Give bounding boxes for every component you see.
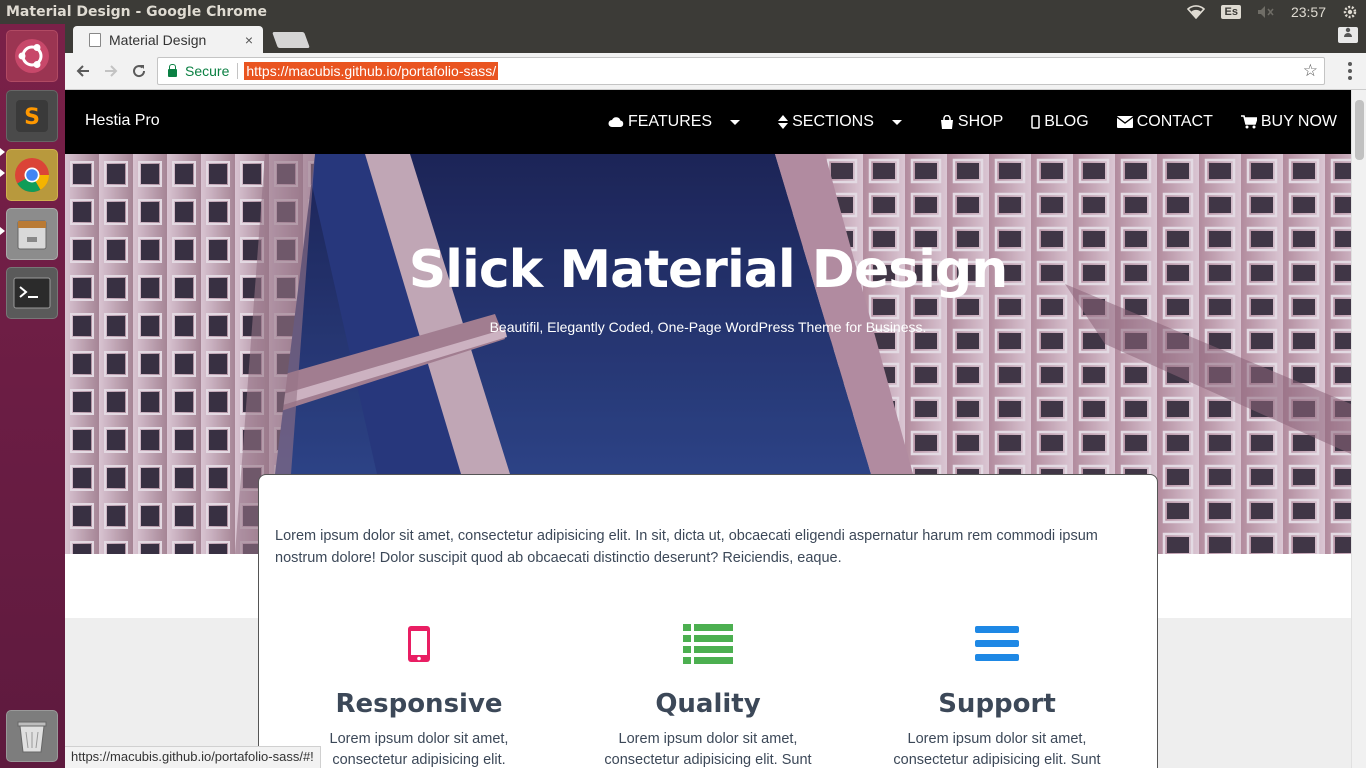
- menu-item-shop[interactable]: SHOP: [926, 90, 1017, 154]
- feature-title: Support: [938, 689, 1056, 719]
- menu-item-sections[interactable]: SECTIONS: [764, 90, 916, 154]
- trash-icon: [17, 721, 47, 753]
- tab-title: Material Design: [109, 31, 207, 48]
- page-icon: [89, 32, 101, 47]
- trash-launcher[interactable]: [6, 710, 58, 762]
- bars-icon: [852, 623, 1142, 665]
- content-card: Lorem ipsum dolor sit amet, consectetur …: [258, 474, 1158, 768]
- menu-item-contact[interactable]: CONTACT: [1103, 90, 1227, 154]
- mobile-icon: [1031, 115, 1040, 129]
- feature-quality: Quality Lorem ipsum dolor sit amet, cons…: [563, 623, 853, 768]
- link-status-bubble: https://macubis.github.io/portafolio-sas…: [65, 746, 321, 768]
- address-bar[interactable]: Secure https://macubis.github.io/portafo…: [157, 57, 1325, 85]
- files-launcher[interactable]: [6, 208, 58, 260]
- reload-icon: [133, 65, 146, 78]
- lock-icon: [168, 64, 177, 77]
- sublime-text-launcher[interactable]: S: [6, 90, 58, 142]
- feature-text: Lorem ipsum dolor sit amet, consectetur …: [329, 731, 509, 768]
- page-viewport: Hestia Pro FEATURES SECTIONS SHOP BLOG C…: [65, 90, 1351, 768]
- menu-label: CONTACT: [1136, 113, 1213, 130]
- running-indicator: [0, 148, 5, 156]
- unity-launcher: S: [0, 24, 65, 768]
- feature-text: Lorem ipsum dolor sit amet, consectetur …: [893, 731, 1101, 768]
- dot: [1348, 69, 1352, 73]
- system-tray: Es 23:57: [1179, 0, 1366, 24]
- arrow-left-icon: [76, 65, 89, 77]
- close-icon[interactable]: ×: [245, 32, 253, 48]
- feature-text: Lorem ipsum dolor sit amet, consectetur …: [604, 731, 812, 768]
- forward-button[interactable]: [97, 57, 125, 85]
- caret-down-icon[interactable]: [891, 119, 902, 125]
- site-menu: FEATURES SECTIONS SHOP BLOG CONTACT BUY …: [594, 90, 1351, 154]
- phone-icon: [274, 623, 564, 665]
- dot: [1348, 62, 1352, 66]
- shopping-bag-icon: [940, 115, 953, 129]
- divider: [237, 63, 239, 79]
- running-indicator: [0, 169, 5, 177]
- ubuntu-logo-icon: [15, 39, 49, 73]
- clock[interactable]: 23:57: [1283, 0, 1334, 24]
- caret-down-icon[interactable]: [730, 119, 741, 125]
- browser-tab[interactable]: Material Design ×: [73, 26, 263, 53]
- window-title: Material Design - Google Chrome: [6, 4, 267, 20]
- hero-subtitle: Beautifil, Elegantly Coded, One-Page Wor…: [489, 319, 927, 335]
- menu-item-blog[interactable]: BLOG: [1017, 90, 1102, 154]
- os-top-panel: Material Design - Google Chrome Es 23:57: [0, 0, 1366, 24]
- feature-title: Responsive: [335, 689, 503, 719]
- user-icon: [1344, 27, 1352, 37]
- feature-title: Quality: [655, 689, 761, 719]
- site-brand[interactable]: Hestia Pro: [85, 112, 160, 130]
- cloud-icon: [608, 117, 624, 127]
- scrollbar-thumb[interactable]: [1355, 100, 1364, 160]
- back-button[interactable]: [69, 57, 97, 85]
- intro-paragraph: Lorem ipsum dolor sit amet, consectetur …: [275, 528, 1098, 566]
- tab-strip: Material Design ×: [65, 24, 1366, 53]
- keyboard-layout-indicator[interactable]: Es: [1213, 0, 1248, 24]
- cart-icon: [1240, 115, 1257, 129]
- menu-label: SHOP: [957, 113, 1004, 130]
- secure-label[interactable]: Secure: [185, 63, 229, 79]
- menu-label: BUY NOW: [1260, 113, 1337, 130]
- sort-icon: [778, 115, 789, 129]
- bookmark-star-icon[interactable]: ☆: [1303, 61, 1318, 81]
- reload-button[interactable]: [125, 57, 153, 85]
- new-tab-button[interactable]: [272, 32, 310, 48]
- envelope-icon: [1116, 116, 1133, 128]
- menu-label: BLOG: [1044, 113, 1089, 130]
- menu-item-features[interactable]: FEATURES: [594, 90, 754, 154]
- gear-icon[interactable]: [1334, 0, 1366, 24]
- feature-support: Support Lorem ipsum dolor sit amet, cons…: [852, 623, 1142, 768]
- hero-title: Slick Material Design: [408, 240, 1009, 300]
- sublime-icon: S: [16, 100, 48, 132]
- chrome-menu-button[interactable]: [1340, 57, 1360, 85]
- svg-text:S: S: [24, 105, 40, 130]
- list-icon: [563, 623, 853, 665]
- site-navbar: Hestia Pro FEATURES SECTIONS SHOP BLOG C…: [65, 90, 1351, 154]
- file-cabinet-icon: [17, 220, 47, 250]
- volume-muted-icon[interactable]: [1249, 0, 1283, 24]
- terminal-launcher[interactable]: [6, 267, 58, 319]
- chrome-icon: [15, 158, 49, 192]
- browser-window: Material Design × Secure https://macubis…: [65, 24, 1366, 768]
- terminal-icon: [13, 277, 51, 309]
- browser-toolbar: Secure https://macubis.github.io/portafo…: [65, 53, 1366, 90]
- menu-item-buy-now[interactable]: BUY NOW: [1227, 90, 1351, 154]
- menu-label: FEATURES: [627, 113, 713, 130]
- dot: [1348, 76, 1352, 80]
- url-text[interactable]: https://macubis.github.io/portafolio-sas…: [244, 62, 499, 80]
- vertical-scrollbar[interactable]: [1351, 90, 1366, 768]
- arrow-right-icon: [105, 65, 118, 77]
- ubuntu-dash-button[interactable]: [6, 30, 58, 82]
- profile-button[interactable]: [1338, 27, 1358, 43]
- wifi-icon[interactable]: [1179, 0, 1213, 24]
- running-indicator: [0, 227, 5, 235]
- chrome-launcher[interactable]: [6, 149, 58, 201]
- menu-label: SECTIONS: [792, 113, 874, 130]
